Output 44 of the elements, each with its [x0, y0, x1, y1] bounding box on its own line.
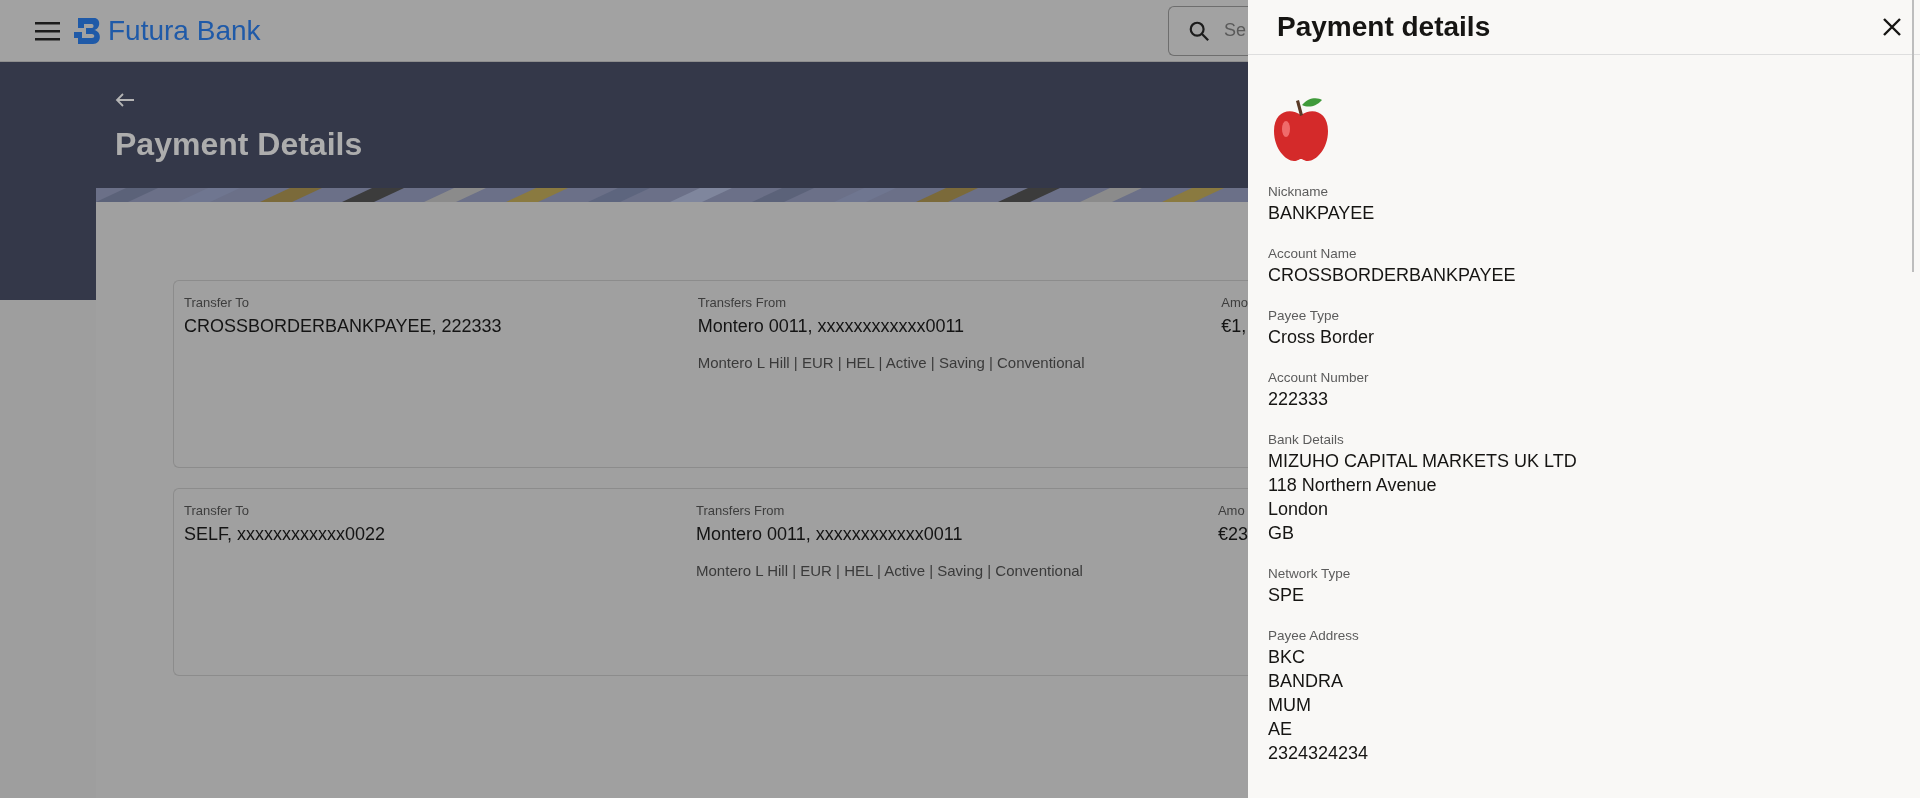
field-label: Transfers From [696, 502, 786, 520]
detail-value: CROSSBORDERBANKPAYEE [1268, 264, 1517, 287]
apple-icon [1272, 95, 1330, 163]
detail-value: GB [1268, 522, 1295, 545]
detail-value: 2324324234 [1268, 742, 1370, 765]
logo-icon [74, 15, 102, 46]
detail-label: Payee Type [1268, 307, 1341, 325]
account-info: Montero L Hill | EUR | HEL | Active | Saving | Conventional [697, 352, 1086, 373]
detail-value: Cross Border [1268, 326, 1376, 349]
close-icon[interactable] [1882, 17, 1902, 37]
detail-value: MUM [1268, 694, 1312, 717]
field-label: Amo [1221, 294, 1248, 312]
detail-value: BANKPAYEE [1268, 202, 1376, 225]
detail-value: BKC [1268, 646, 1306, 669]
detail-value: SPE [1268, 584, 1306, 607]
detail-label: Payee Address [1268, 627, 1360, 645]
detail-label: Account Number [1268, 369, 1370, 387]
page-title: Payment Details [115, 125, 364, 164]
field-value: €1, [1221, 314, 1248, 338]
brand-name: Futura Bank [108, 16, 261, 45]
detail-value: 118 Northern Avenue [1268, 474, 1438, 497]
field-value: €23 [1217, 522, 1248, 546]
field-value: CROSSBORDERBANKPAYEE, 222333 [184, 314, 503, 338]
back-arrow-icon[interactable] [115, 92, 135, 108]
detail-label: Account Name [1268, 245, 1358, 263]
search-icon [1188, 19, 1210, 42]
field-label: Transfers From [697, 294, 788, 312]
field-label: Transfer To [184, 502, 251, 520]
field-label: Transfer To [184, 294, 251, 312]
detail-label: Network Type [1268, 565, 1352, 583]
field-value: Montero 0011, xxxxxxxxxxxx0011 [696, 522, 964, 546]
field-label: Amo [1217, 502, 1246, 520]
detail-value: AE [1268, 718, 1293, 741]
detail-label: Bank Details [1268, 431, 1345, 449]
detail-value: BANDRA [1268, 670, 1344, 693]
detail-value: London [1268, 498, 1330, 521]
drawer-title: Payment details [1277, 10, 1492, 44]
field-value: Montero 0011, xxxxxxxxxxxx0011 [697, 314, 966, 338]
detail-value: 222333 [1268, 388, 1330, 411]
detail-value: MIZUHO CAPITAL MARKETS UK LTD [1268, 450, 1578, 473]
field-value: SELF, xxxxxxxxxxxx0022 [184, 522, 387, 546]
detail-label: Nickname [1268, 183, 1330, 201]
account-info: Montero L Hill | EUR | HEL | Active | Saving | Conventional [696, 560, 1084, 581]
menu-icon[interactable] [35, 20, 60, 41]
